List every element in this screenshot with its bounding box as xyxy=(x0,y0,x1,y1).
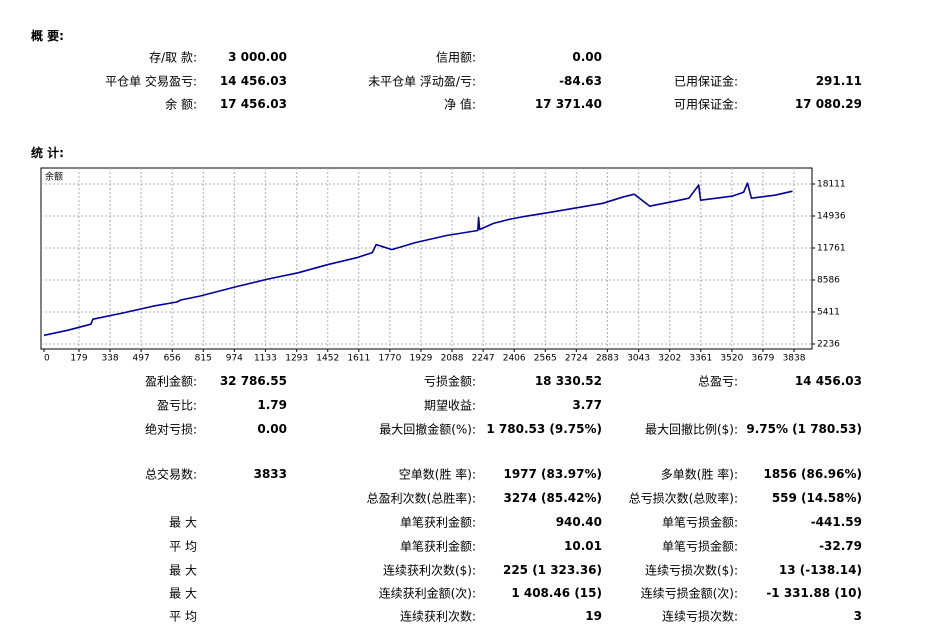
chart-x-tick-label: 1929 xyxy=(410,354,433,364)
chart-x-tick-label: 3679 xyxy=(751,354,774,364)
stats-row1-value-2: 3.77 xyxy=(572,398,602,412)
stats-row9-value-2: 19 xyxy=(585,609,602,623)
stats-row6-label-2: 单笔获利金额: xyxy=(399,539,476,554)
chart-x-tick-label: 2406 xyxy=(503,354,526,364)
chart-x-tick-label: 3202 xyxy=(658,354,681,364)
stats-row4-label-2: 总盈利次数(总胜率): xyxy=(366,491,476,506)
stats-row3-label-1: 总交易数: xyxy=(144,467,197,482)
chart-x-tick-label: 656 xyxy=(164,354,181,364)
stats-row1-label-2: 期望收益: xyxy=(423,398,476,413)
chart-x-tick-label: 3043 xyxy=(627,354,650,364)
stats-row0-value-3: 14 456.03 xyxy=(794,374,862,388)
stats-row5-value-3: -441.59 xyxy=(810,515,862,529)
chart-x-tick-label: 0 xyxy=(44,354,50,364)
chart-x-tick-label: 1133 xyxy=(254,354,277,364)
stats-row2-label-1: 绝对亏损: xyxy=(144,422,197,437)
stats-row7-label-1: 最 大 xyxy=(169,563,197,578)
stats-row8-label-1: 最 大 xyxy=(169,586,197,601)
stats-row7-value-2: 225 (1 323.36) xyxy=(502,563,602,577)
stats-row5-label-2: 单笔获利金额: xyxy=(399,515,476,530)
stats-row4-value-2: 3274 (85.42%) xyxy=(503,491,602,505)
stats-row7-value-3: 13 (-138.14) xyxy=(778,563,862,577)
stats-row0-value-2: 18 330.52 xyxy=(534,374,602,388)
stats-row9-label-1: 平 均 xyxy=(169,609,197,624)
stats-row6-label-3: 单笔亏损金额: xyxy=(661,539,738,554)
stats-row3-label-3: 多单数(胜 率): xyxy=(660,467,738,482)
stats-row2-label-3: 最大回撤比例($): xyxy=(644,422,738,437)
stats-row1-label-1: 盈亏比: xyxy=(156,398,197,413)
chart-frame xyxy=(40,167,813,350)
chart-x-tick-label: 179 xyxy=(70,354,87,364)
stats-row7-label-3: 连续亏损次数($): xyxy=(644,563,738,578)
stats-row1-value-1: 1.79 xyxy=(257,398,287,412)
stats-row8-label-2: 连续获利金额(次): xyxy=(378,586,476,601)
stats-row8-label-3: 连续亏损金额(次): xyxy=(640,586,738,601)
stats-row2-value-1: 0.00 xyxy=(257,422,287,436)
chart-x-tick-label: 1770 xyxy=(378,354,401,364)
stats-row7-label-2: 连续获利次数($): xyxy=(382,563,476,578)
stats-row3-value-2: 1977 (83.97%) xyxy=(503,467,602,481)
chart-x-tick-label: 1611 xyxy=(347,354,370,364)
stats-row3-value-3: 1856 (86.96%) xyxy=(763,467,862,481)
chart-y-tick-label: 8586 xyxy=(817,276,840,286)
chart-x-tick-label: 2883 xyxy=(596,354,619,364)
stats-row2-value-3: 9.75% (1 780.53) xyxy=(746,422,862,436)
stats-row9-label-3: 连续亏损次数: xyxy=(661,609,738,624)
stats-row9-value-3: 3 xyxy=(853,609,862,623)
stats-row5-label-1: 最 大 xyxy=(169,515,197,530)
chart-x-tick-label: 2724 xyxy=(565,354,588,364)
stats-row4-label-3: 总亏损次数(总败率): xyxy=(628,491,738,506)
chart-x-tick-label: 1452 xyxy=(316,354,339,364)
stats-row8-value-3: -1 331.88 (10) xyxy=(766,586,862,600)
stats-row5-value-2: 940.40 xyxy=(555,515,602,529)
chart-x-tick-label: 497 xyxy=(133,354,150,364)
stats-row0-label-2: 亏损金额: xyxy=(423,374,476,389)
chart-x-tick-label: 3361 xyxy=(689,354,712,364)
stats-row4-value-3: 559 (14.58%) xyxy=(771,491,862,505)
chart-x-tick-label: 1293 xyxy=(285,354,308,364)
stats-row2-value-2: 1 780.53 (9.75%) xyxy=(486,422,602,436)
chart-y-tick-label: 18111 xyxy=(817,180,846,190)
chart-y-tick-label: 11761 xyxy=(817,244,846,254)
stats-row0-value-1: 32 786.55 xyxy=(219,374,287,388)
chart-x-tick-label: 2565 xyxy=(534,354,557,364)
chart-x-tick-label: 3838 xyxy=(783,354,806,364)
stats-row0-label-3: 总盈亏: xyxy=(697,374,738,389)
chart-x-tick-label: 974 xyxy=(226,354,243,364)
stats-row3-label-2: 空单数(胜 率): xyxy=(398,467,476,482)
chart-x-tick-label: 338 xyxy=(101,354,118,364)
stats-row6-label-1: 平 均 xyxy=(169,539,197,554)
chart-x-tick-label: 2247 xyxy=(472,354,495,364)
stats-row2-label-2: 最大回撤金额(%): xyxy=(379,422,476,437)
chart-y-tick-label: 5411 xyxy=(817,308,840,318)
stats-row8-value-2: 1 408.46 (15) xyxy=(511,586,602,600)
stats-row6-value-3: -32.79 xyxy=(819,539,862,553)
stats-row5-label-3: 单笔亏损金额: xyxy=(661,515,738,530)
stats-row3-value-1: 3833 xyxy=(253,467,287,481)
chart-x-tick-label: 3520 xyxy=(720,354,743,364)
stats-row9-label-2: 连续获利次数: xyxy=(399,609,476,624)
stats-row0-label-1: 盈利金额: xyxy=(144,374,197,389)
chart-y-tick-label: 14936 xyxy=(817,212,846,222)
chart-x-tick-label: 2088 xyxy=(441,354,464,364)
balance-chart: 0 179 338 497 656 815 974 1133 1293 1452 1611 1770 1… xyxy=(40,167,846,364)
chart-y-tick-label: 2236 xyxy=(817,340,840,350)
chart-title: 余额 xyxy=(45,171,63,183)
chart-x-tick-label: 815 xyxy=(195,354,212,364)
stats-row6-value-2: 10.01 xyxy=(564,539,602,553)
